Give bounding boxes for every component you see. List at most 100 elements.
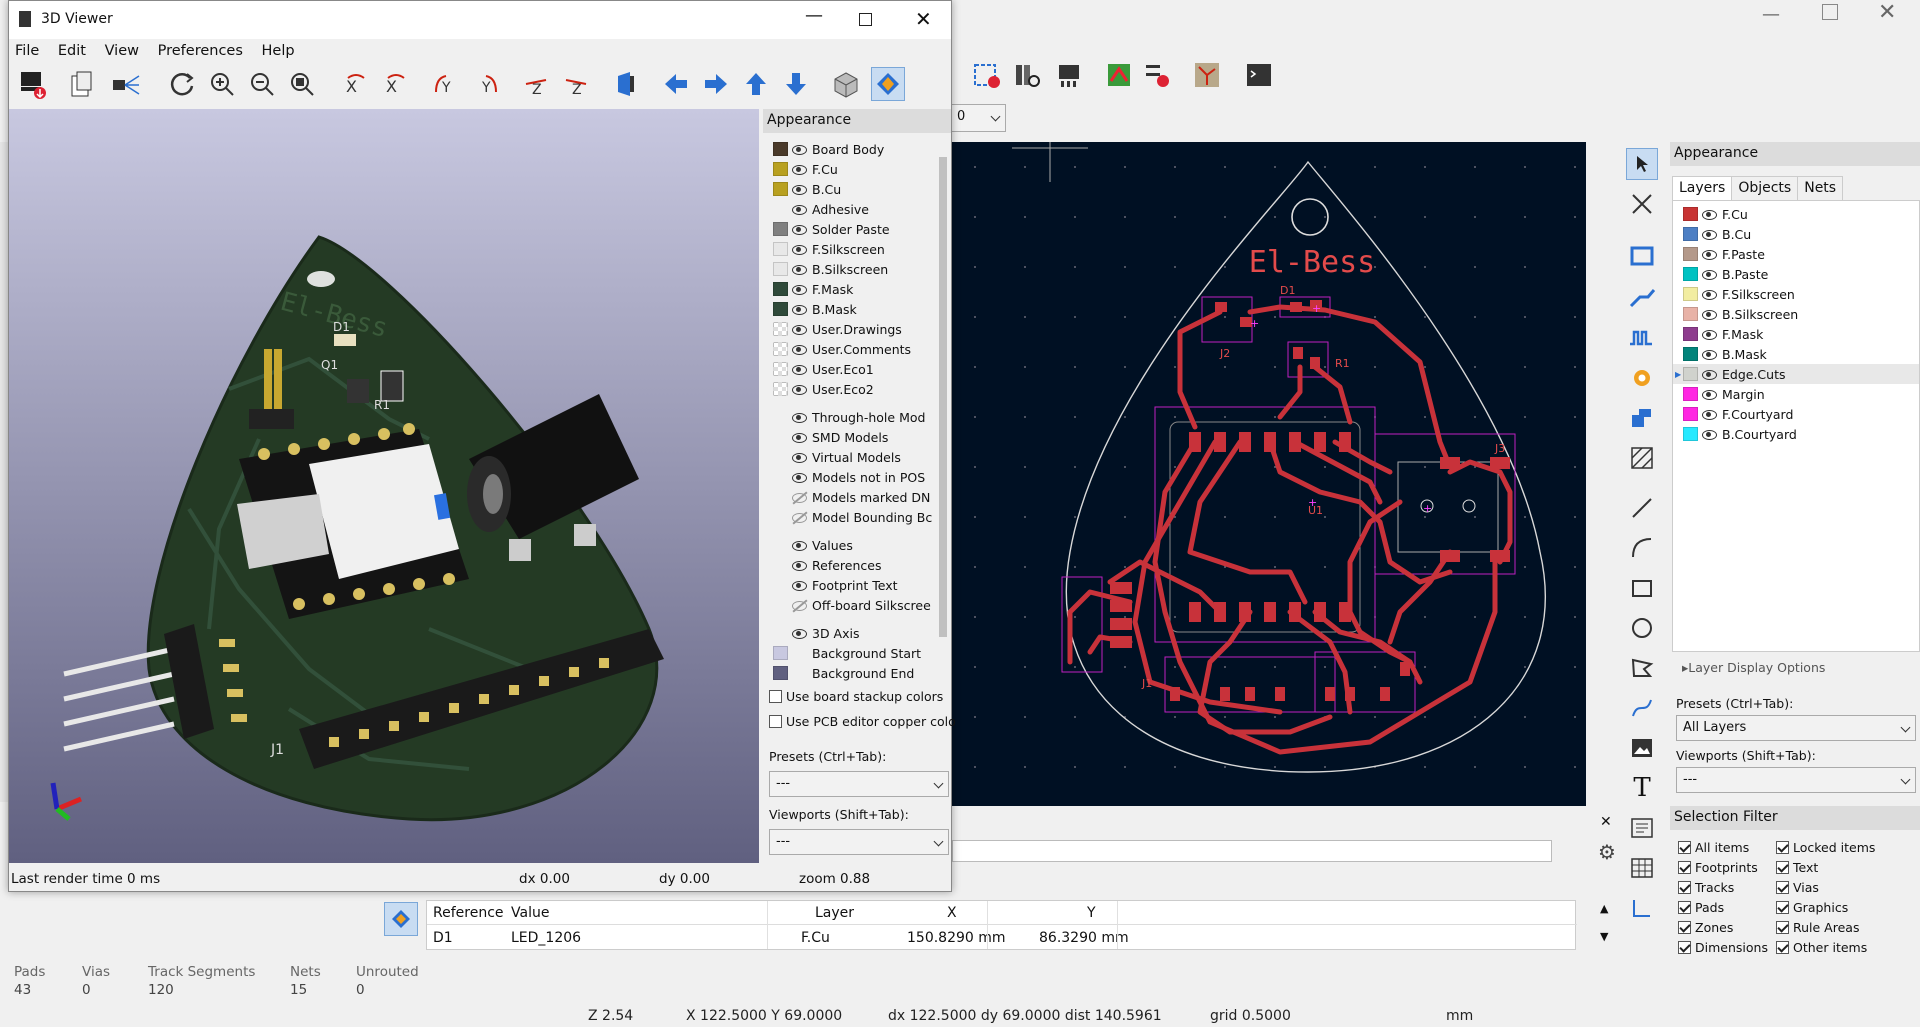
layer-color-swatch[interactable] [773, 646, 788, 660]
visibility-eye-icon[interactable] [1702, 287, 1717, 302]
draw-line-icon[interactable] [1626, 492, 1658, 524]
visibility-eye-icon[interactable] [792, 490, 807, 505]
selection-filter-checkbox[interactable]: Graphics [1776, 900, 1848, 915]
visibility-eye-icon[interactable] [1702, 227, 1717, 242]
viewer-layer-row[interactable]: Solder Paste [773, 219, 949, 239]
layer-color-swatch[interactable] [773, 666, 788, 680]
layer-color-swatch[interactable] [773, 282, 788, 296]
selection-filter-checkbox[interactable]: Dimensions [1678, 940, 1768, 955]
layer-color-swatch[interactable] [773, 410, 788, 424]
select-tool-icon[interactable] [1626, 148, 1658, 180]
pan-up-icon[interactable] [739, 67, 773, 101]
visibility-eye-icon[interactable] [792, 430, 807, 445]
visibility-eye-icon[interactable] [1702, 387, 1717, 402]
selection-filter-checkbox[interactable]: Locked items [1776, 840, 1875, 855]
visibility-eye-icon[interactable] [792, 282, 807, 297]
reload-icon[interactable] [165, 67, 199, 101]
visibility-eye-icon[interactable] [1702, 347, 1717, 362]
route-track-icon[interactable] [1626, 282, 1658, 314]
zoom-out-icon[interactable] [245, 67, 279, 101]
selection-filter-checkbox[interactable]: Pads [1678, 900, 1724, 915]
viewer-layer-row[interactable]: Models marked DN [773, 487, 949, 507]
add-zone-icon[interactable] [1626, 402, 1658, 434]
scroll-down-icon[interactable]: ▼ [1600, 930, 1608, 943]
layer-color-swatch[interactable] [1683, 347, 1698, 361]
layer-color-swatch[interactable] [773, 598, 788, 612]
export-image-icon[interactable] [15, 67, 49, 101]
viewer-layer-row[interactable]: Model Bounding Bc [773, 507, 949, 527]
layer-color-swatch[interactable] [773, 382, 788, 396]
viewer-layer-row[interactable]: Background End [773, 663, 949, 683]
pcb-layer-row[interactable]: ▶ Edge.Cuts [1673, 364, 1919, 384]
zoom-in-icon[interactable] [205, 67, 239, 101]
visibility-eye-icon[interactable] [792, 182, 807, 197]
visibility-eye-icon[interactable] [792, 362, 807, 377]
visibility-eye-icon[interactable] [1702, 207, 1717, 222]
viewer-presets-select[interactable]: --- [769, 771, 949, 797]
add-footprint-icon[interactable] [1626, 240, 1658, 272]
pcb-layer-row[interactable]: F.Courtyard [1683, 404, 1919, 424]
layer-color-swatch[interactable] [1683, 247, 1698, 261]
visibility-eye-icon[interactable] [792, 262, 807, 277]
viewer-layer-row[interactable]: References [773, 555, 949, 575]
use-pcb-copper-checkbox[interactable]: Use PCB editor copper colo [769, 714, 956, 729]
selection-filter-checkbox[interactable]: Other items [1776, 940, 1867, 955]
pcb-layer-row[interactable]: B.Paste [1683, 264, 1919, 284]
layer-color-swatch[interactable] [773, 430, 788, 444]
selection-filter-checkbox[interactable]: All items [1678, 840, 1749, 855]
pcb-presets-select[interactable]: All Layers [1676, 715, 1916, 741]
pan-right-icon[interactable] [699, 67, 733, 101]
board-setup-icon[interactable] [970, 58, 1004, 92]
use-stackup-checkbox[interactable]: Use board stackup colors [769, 689, 943, 704]
add-image-icon[interactable] [1626, 732, 1658, 764]
layer-color-swatch[interactable] [773, 262, 788, 276]
pcb-viewports-select[interactable]: --- [1676, 767, 1916, 793]
layer-color-swatch[interactable] [773, 510, 788, 524]
viewer-layer-row[interactable]: Models not in POS [773, 467, 949, 487]
update-pcb-icon[interactable] [1102, 58, 1136, 92]
footprint-editor-icon[interactable] [1052, 58, 1086, 92]
visibility-eye-icon[interactable] [792, 470, 807, 485]
visibility-eye-icon[interactable] [1702, 407, 1717, 422]
pcb-layer-row[interactable]: B.Cu [1683, 224, 1919, 244]
viewer-maximize-button[interactable] [859, 13, 872, 26]
rotate-y-cw-icon[interactable]: Y [429, 67, 463, 101]
layer-color-swatch[interactable] [1683, 207, 1698, 221]
viewer-layer-row[interactable]: F.Cu [773, 159, 949, 179]
close-button[interactable]: ✕ [1878, 0, 1896, 25]
add-table-icon[interactable] [1626, 852, 1658, 884]
raytracing-icon[interactable] [109, 67, 143, 101]
viewer-layer-row[interactable]: User.Drawings [773, 319, 949, 339]
layer-color-swatch[interactable] [773, 342, 788, 356]
pcb-layer-row[interactable]: F.Paste [1683, 244, 1919, 264]
drc-icon[interactable] [1140, 58, 1174, 92]
layer-color-swatch[interactable] [1683, 307, 1698, 321]
add-text-icon[interactable]: T [1626, 772, 1658, 804]
selection-filter-checkbox[interactable]: Text [1776, 860, 1818, 875]
pcb-canvas[interactable]: El-Bess + + + + D1 J2 R1 J3 J1 U1 [950, 142, 1586, 806]
close-panel-icon[interactable]: ✕ [1600, 814, 1612, 830]
layer-color-swatch[interactable] [1683, 407, 1698, 421]
visibility-eye-icon[interactable] [1702, 307, 1717, 322]
menu-help[interactable]: Help [262, 43, 295, 59]
scroll-up-icon[interactable]: ▲ [1600, 902, 1608, 915]
layer-color-swatch[interactable] [773, 182, 788, 196]
visibility-eye-icon[interactable] [1702, 247, 1717, 262]
viewer-layer-row[interactable]: Virtual Models [773, 447, 949, 467]
pcb-layer-row[interactable]: B.Courtyard [1683, 424, 1919, 444]
viewer-layer-row[interactable]: User.Eco1 [773, 359, 949, 379]
add-via-icon[interactable] [1626, 362, 1658, 394]
pcb-layer-row[interactable]: Margin [1683, 384, 1919, 404]
layer-color-swatch[interactable] [1683, 367, 1698, 381]
viewer-layer-row[interactable]: B.Cu [773, 179, 949, 199]
menu-view[interactable]: View [105, 43, 139, 59]
add-dimension-icon[interactable] [1626, 892, 1658, 924]
viewer-layer-row[interactable]: Values [773, 535, 949, 555]
tab-nets[interactable]: Nets [1798, 176, 1844, 200]
layer-color-swatch[interactable] [1683, 287, 1698, 301]
draw-bezier-icon[interactable] [1626, 692, 1658, 724]
viewer-close-button[interactable]: ✕ [915, 7, 932, 31]
pan-down-icon[interactable] [779, 67, 813, 101]
viewer-layer-row[interactable]: Through-hole Mod [773, 407, 949, 427]
visibility-eye-icon[interactable] [1702, 267, 1717, 282]
